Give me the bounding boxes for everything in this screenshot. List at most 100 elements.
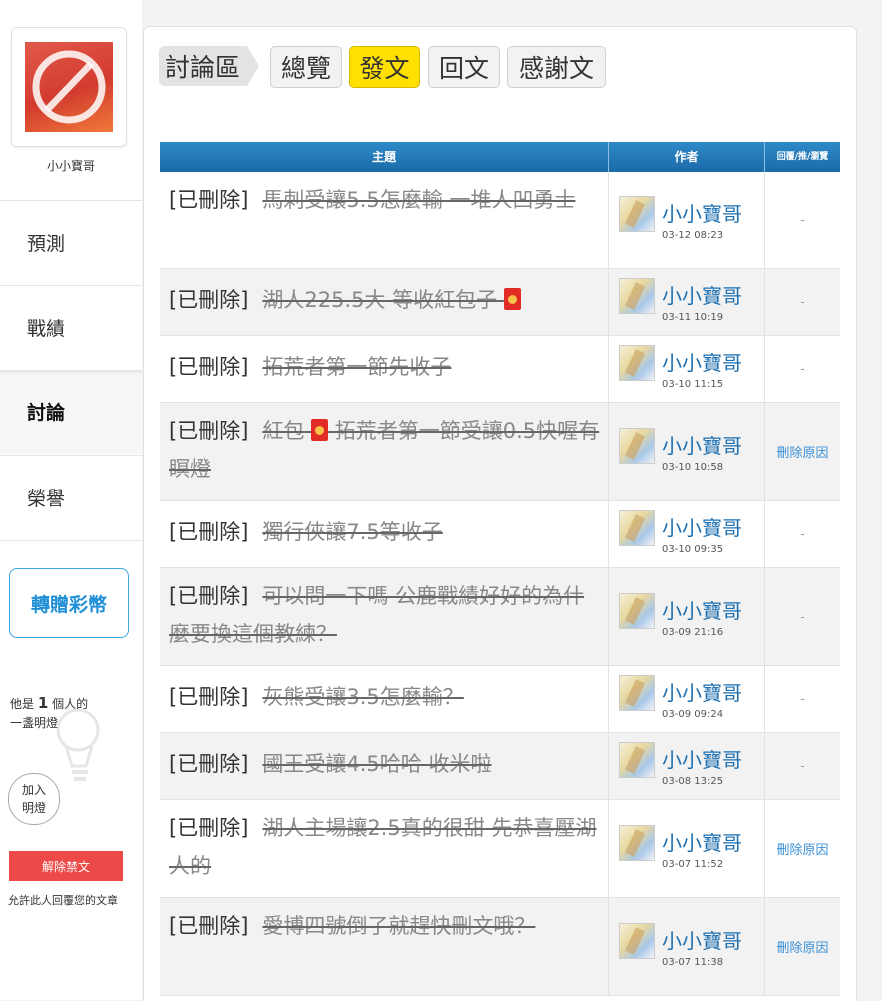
author-name[interactable]: 小小寶哥 bbox=[662, 827, 742, 856]
subject-cell: [已刪除] 愛博四號倒了就趕快刪文哦？ bbox=[160, 898, 609, 995]
stats-cell: - bbox=[800, 362, 805, 376]
unban-button[interactable]: 解除禁文 bbox=[9, 851, 123, 881]
author-avatar[interactable] bbox=[619, 278, 655, 314]
header-author: 作者 bbox=[609, 142, 765, 172]
posts-table: 主題 作者 回覆/推/瀏覽 [已刪除] 馬刺受讓5.5怎麼輸 一堆人凹勇士 小小寶哥… bbox=[160, 142, 840, 996]
post-subject: [已刪除] 紅包 拓荒者第一節受讓0.5快喔有瞑燈 bbox=[169, 412, 602, 488]
table-row: [已刪除] 湖人主場讓2.5真的很甜 先恭喜壓湖人的 小小寶哥 03-07 11:52… bbox=[160, 800, 840, 898]
gift-coins-button[interactable]: 轉贈彩幣 bbox=[9, 568, 129, 638]
table-row: [已刪除] 拓荒者第一節先收子 小小寶哥 03-10 11:15 - bbox=[160, 336, 840, 403]
table-row: [已刪除] 愛博四號倒了就趕快刪文哦？ 小小寶哥 03-07 11:38 刪除原因 bbox=[160, 898, 840, 996]
post-subject: [已刪除] 可以問一下嗎 公鹿戰績好好的為什麼要換這個教練？ bbox=[169, 577, 602, 653]
deleted-tag: [已刪除] bbox=[169, 584, 249, 608]
nav-honor[interactable]: 榮譽 bbox=[0, 455, 142, 541]
subject-cell: [已刪除] 紅包 拓荒者第一節受讓0.5快喔有瞑燈 bbox=[160, 403, 609, 500]
stats-cell: - bbox=[800, 692, 805, 706]
post-title-link[interactable]: 湖人225.5大 等收紅包子 bbox=[262, 288, 521, 312]
main-panel: 討論區 總覽 發文 回文 感謝文 主題 作者 回覆/推/瀏覽 [已刪除] 馬刺受讓… bbox=[143, 26, 857, 1001]
author-name[interactable]: 小小寶哥 bbox=[662, 677, 742, 706]
stats-cell: - bbox=[800, 213, 805, 227]
stats-cell: - bbox=[800, 759, 805, 773]
author-avatar[interactable] bbox=[619, 510, 655, 546]
author-cell: 小小寶哥 03-12 08:23 bbox=[609, 172, 765, 268]
author-avatar[interactable] bbox=[619, 923, 655, 959]
tab-thanks[interactable]: 感謝文 bbox=[507, 46, 606, 88]
profile-avatar[interactable] bbox=[11, 27, 127, 147]
post-date: 03-07 11:38 bbox=[662, 957, 724, 968]
tab-posts[interactable]: 發文 bbox=[349, 46, 420, 88]
stats-cell: - bbox=[800, 527, 805, 541]
author-cell: 小小寶哥 03-07 11:52 bbox=[609, 800, 765, 897]
nav-record[interactable]: 戰績 bbox=[0, 285, 142, 370]
post-title-link[interactable]: 馬刺受讓5.5怎麼輸 一堆人凹勇士 bbox=[262, 188, 575, 212]
author-avatar[interactable] bbox=[619, 593, 655, 629]
post-date: 03-07 11:52 bbox=[662, 859, 724, 870]
post-title-link[interactable]: 灰熊受讓3.5怎麼輸？ bbox=[262, 685, 463, 709]
author-name[interactable]: 小小寶哥 bbox=[662, 595, 742, 624]
deleted-tag: [已刪除] bbox=[169, 914, 249, 938]
post-subject: [已刪除] 湖人主場讓2.5真的很甜 先恭喜壓湖人的 bbox=[169, 809, 602, 885]
author-avatar[interactable] bbox=[619, 825, 655, 861]
author-cell: 小小寶哥 03-09 09:24 bbox=[609, 666, 765, 732]
post-title-link[interactable]: 國王受讓4.5哈哈 收米啦 bbox=[262, 752, 491, 776]
username: 小小寶哥 bbox=[46, 159, 95, 173]
post-subject: [已刪除] 國王受讓4.5哈哈 收米啦 bbox=[169, 745, 602, 783]
nav-predict-label: 預測 bbox=[27, 233, 66, 255]
post-date: 03-12 08:23 bbox=[662, 230, 724, 241]
post-date: 03-09 09:24 bbox=[662, 709, 724, 720]
author-name[interactable]: 小小寶哥 bbox=[662, 198, 742, 227]
subject-cell: [已刪除] 可以問一下嗎 公鹿戰績好好的為什麼要換這個教練？ bbox=[160, 568, 609, 665]
post-subject: [已刪除] 愛博四號倒了就趕快刪文哦？ bbox=[169, 907, 602, 945]
deleted-tag: [已刪除] bbox=[169, 355, 249, 379]
deleted-tag: [已刪除] bbox=[169, 188, 249, 212]
post-title-link[interactable]: 獨行俠讓7.5等收子 bbox=[262, 520, 442, 544]
author-avatar[interactable] bbox=[619, 345, 655, 381]
author-name[interactable]: 小小寶哥 bbox=[662, 512, 742, 541]
delete-reason-link[interactable]: 刪除原因 bbox=[765, 898, 840, 995]
author-name[interactable]: 小小寶哥 bbox=[662, 430, 742, 459]
table-header: 主題 作者 回覆/推/瀏覽 bbox=[160, 142, 840, 172]
author-name[interactable]: 小小寶哥 bbox=[662, 280, 742, 309]
delete-reason-link[interactable]: 刪除原因 bbox=[765, 800, 840, 897]
author-avatar[interactable] bbox=[619, 428, 655, 464]
table-row: [已刪除] 紅包 拓荒者第一節受讓0.5快喔有瞑燈 小小寶哥 03-10 10:58 刪… bbox=[160, 403, 840, 501]
tab-replies[interactable]: 回文 bbox=[428, 46, 500, 88]
deleted-tag: [已刪除] bbox=[169, 419, 249, 443]
post-date: 03-10 10:58 bbox=[662, 462, 724, 473]
nav-honor-label: 榮譽 bbox=[27, 488, 66, 510]
post-subject: [已刪除] 獨行俠讓7.5等收子 bbox=[169, 513, 602, 551]
post-date: 03-08 13:25 bbox=[662, 776, 724, 787]
subject-cell: [已刪除] 湖人主場讓2.5真的很甜 先恭喜壓湖人的 bbox=[160, 800, 609, 897]
subject-cell: [已刪除] 馬刺受讓5.5怎麼輸 一堆人凹勇士 bbox=[160, 172, 609, 268]
subject-cell: [已刪除] 國王受讓4.5哈哈 收米啦 bbox=[160, 733, 609, 799]
author-avatar[interactable] bbox=[619, 675, 655, 711]
join-lamp-button[interactable]: 加入 明燈 bbox=[8, 773, 60, 825]
subject-cell: [已刪除] 灰熊受讓3.5怎麼輸？ bbox=[160, 666, 609, 732]
author-avatar[interactable] bbox=[619, 742, 655, 778]
tab-overview[interactable]: 總覽 bbox=[270, 46, 342, 88]
subject-cell: [已刪除] 湖人225.5大 等收紅包子 bbox=[160, 269, 609, 335]
tab-forum[interactable]: 討論區 bbox=[159, 46, 259, 86]
nav-discussion[interactable]: 討論 bbox=[0, 370, 142, 454]
table-row: [已刪除] 湖人225.5大 等收紅包子 小小寶哥 03-11 10:19 - bbox=[160, 269, 840, 336]
author-name[interactable]: 小小寶哥 bbox=[662, 744, 742, 773]
subject-cell: [已刪除] 獨行俠讓7.5等收子 bbox=[160, 501, 609, 567]
table-row: [已刪除] 獨行俠讓7.5等收子 小小寶哥 03-10 09:35 - bbox=[160, 501, 840, 568]
post-title-link[interactable]: 愛博四號倒了就趕快刪文哦？ bbox=[262, 914, 535, 938]
red-envelope-icon bbox=[311, 419, 329, 441]
table-row: [已刪除] 灰熊受讓3.5怎麼輸？ 小小寶哥 03-09 09:24 - bbox=[160, 666, 840, 733]
author-cell: 小小寶哥 03-10 09:35 bbox=[609, 501, 765, 567]
header-subject: 主題 bbox=[160, 142, 609, 172]
author-name[interactable]: 小小寶哥 bbox=[662, 347, 742, 376]
author-cell: 小小寶哥 03-09 21:16 bbox=[609, 568, 765, 665]
post-subject: [已刪除] 灰熊受讓3.5怎麼輸？ bbox=[169, 678, 602, 716]
delete-reason-link[interactable]: 刪除原因 bbox=[765, 403, 840, 500]
author-cell: 小小寶哥 03-11 10:19 bbox=[609, 269, 765, 335]
author-avatar[interactable] bbox=[619, 196, 655, 232]
post-title-link[interactable]: 拓荒者第一節先收子 bbox=[262, 355, 451, 379]
post-subject: [已刪除] 馬刺受讓5.5怎麼輸 一堆人凹勇士 bbox=[169, 181, 602, 219]
author-cell: 小小寶哥 03-07 11:38 bbox=[609, 898, 765, 995]
deleted-tag: [已刪除] bbox=[169, 685, 249, 709]
nav-predict[interactable]: 預測 bbox=[0, 200, 142, 285]
author-name[interactable]: 小小寶哥 bbox=[662, 925, 742, 954]
